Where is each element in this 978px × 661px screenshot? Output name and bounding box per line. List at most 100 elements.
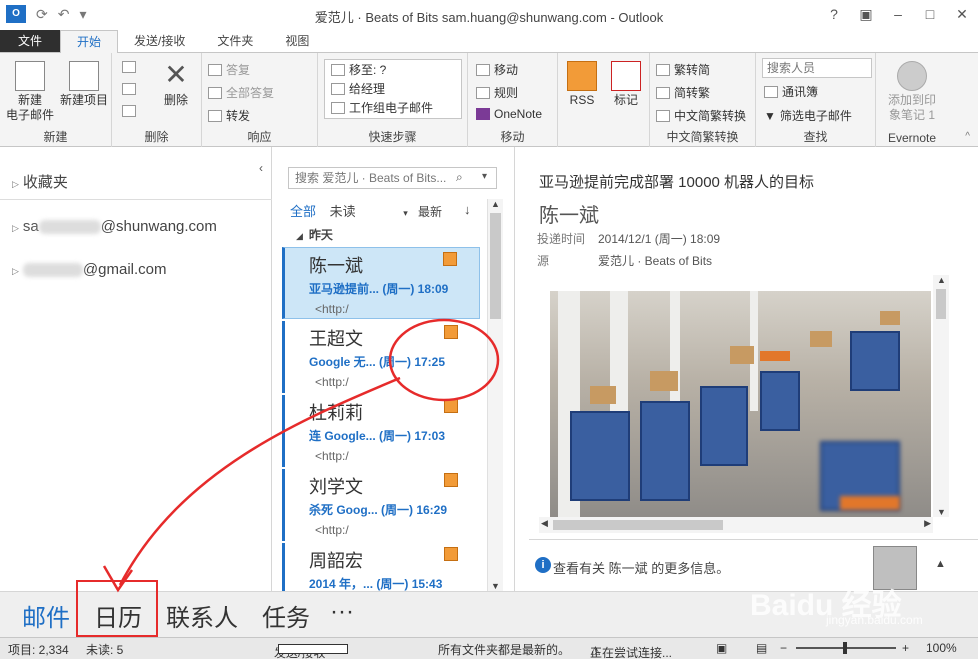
nav-account-gmail[interactable]: ▷ @gmail.com bbox=[12, 261, 167, 278]
forward-icon bbox=[208, 109, 222, 122]
zoom-out-icon[interactable]: − bbox=[780, 641, 787, 655]
reply-icon bbox=[208, 63, 222, 76]
quick-step-team-email[interactable]: 工作组电子邮件 bbox=[325, 98, 461, 117]
simp-to-trad-button[interactable]: 简转繁 bbox=[656, 84, 710, 101]
ignore-icon[interactable] bbox=[122, 61, 136, 73]
new-email-icon bbox=[15, 61, 45, 91]
ribbon-tabs: 文件 开始 发送/接收 文件夹 视图 bbox=[0, 30, 978, 54]
new-items-button[interactable]: 新建项目 bbox=[58, 61, 110, 108]
list-item[interactable]: 刘学文 杀死 Goog... (周一) 16:29 <http:/ bbox=[282, 469, 480, 541]
list-item[interactable]: 陈一斌 亚马逊提前... (周一) 18:09 <http:/ bbox=[282, 247, 480, 319]
cleanup-icon[interactable] bbox=[122, 83, 136, 95]
close-icon[interactable]: ✕ bbox=[946, 0, 978, 30]
send-receive-progress bbox=[278, 644, 348, 654]
normal-view-icon[interactable]: ▣ bbox=[716, 641, 727, 655]
tab-send-receive[interactable]: 发送/接收 bbox=[118, 30, 201, 52]
nav-contacts[interactable]: 联系人 bbox=[166, 598, 238, 633]
status-items: 项目: 2,334 bbox=[8, 643, 69, 657]
move-button[interactable]: 移动 bbox=[476, 61, 518, 78]
tag-button[interactable]: 标记 bbox=[608, 61, 644, 108]
scroll-thumb[interactable] bbox=[490, 213, 501, 319]
quick-step-to-manager[interactable]: 给经理 bbox=[325, 79, 461, 98]
filter-unread[interactable]: 未读 bbox=[330, 204, 356, 219]
tab-folder[interactable]: 文件夹 bbox=[201, 30, 269, 52]
info-icon: i bbox=[535, 557, 551, 573]
ribbon: 新建 电子邮件 新建项目 新建 ✕ 删除 删除 答复 全部答复 转发 响应 移至:… bbox=[0, 53, 978, 147]
nav-tasks[interactable]: 任务 bbox=[262, 598, 310, 633]
search-icon[interactable]: ⌕ bbox=[456, 170, 463, 185]
nav-account-shunwang[interactable]: ▷ sa @shunwang.com bbox=[12, 218, 217, 235]
people-info-text[interactable]: 查看有关 陈一斌 的更多信息。 bbox=[553, 558, 729, 577]
tab-home[interactable]: 开始 bbox=[60, 30, 119, 54]
maximize-icon[interactable]: □ bbox=[914, 0, 946, 30]
scroll-up-icon[interactable]: ▲ bbox=[491, 199, 500, 209]
expand-icon: ▷ bbox=[12, 223, 19, 233]
nav-more[interactable]: ··· bbox=[330, 598, 354, 626]
list-item[interactable]: 王超文 Google 无... (周一) 17:25 <http:/ bbox=[282, 321, 480, 393]
tab-view[interactable]: 视图 bbox=[269, 30, 325, 52]
message-sender[interactable]: 陈一斌 bbox=[539, 199, 599, 228]
rules-button[interactable]: 规则 bbox=[476, 84, 518, 101]
list-filters: 全部 未读 ▾ 最新 ↓ bbox=[290, 201, 490, 220]
scroll-thumb[interactable] bbox=[553, 520, 723, 530]
search-input[interactable]: 搜索 爱范儿 · Beats of Bits... bbox=[288, 167, 497, 189]
nav-mail[interactable]: 邮件 bbox=[22, 598, 70, 633]
group-header-yesterday[interactable]: ◢ 昨天 bbox=[296, 226, 333, 243]
flag-icon bbox=[611, 61, 641, 91]
filter-all[interactable]: 全部 bbox=[290, 204, 316, 219]
scroll-down-icon[interactable]: ▼ bbox=[937, 507, 946, 517]
folder-pane: ‹ ▷ 收藏夹 ▷ sa @shunwang.com ▷ @gmail.com bbox=[0, 147, 272, 591]
address-book-button[interactable]: 通讯簿 bbox=[764, 83, 818, 100]
list-item[interactable]: 周韶宏 2014 年，... (周一) 15:43 bbox=[282, 543, 480, 591]
rss-button[interactable]: RSS bbox=[564, 61, 600, 108]
expand-people-pane-icon[interactable]: ▲ bbox=[935, 558, 946, 570]
rss-icon bbox=[444, 547, 458, 561]
reading-vscrollbar[interactable]: ▲ ▼ bbox=[933, 275, 949, 517]
list-item[interactable]: 杜莉莉 连 Google... (周一) 17:03 <http:/ bbox=[282, 395, 480, 467]
sort-newest[interactable]: 最新 bbox=[418, 203, 442, 220]
sort-arrow-icon: ↓ bbox=[464, 202, 471, 217]
search-people-input[interactable]: 搜索人员 bbox=[762, 58, 872, 78]
group-label-new: 新建 bbox=[43, 130, 68, 144]
group-tags: RSS 标记 bbox=[558, 53, 650, 147]
quick-step-move-to[interactable]: 移至: ? bbox=[325, 60, 461, 79]
reply-all-icon bbox=[208, 86, 222, 99]
help-icon[interactable]: ? bbox=[818, 0, 850, 30]
scroll-right-icon[interactable]: ▶ bbox=[924, 518, 931, 529]
scroll-thumb[interactable] bbox=[936, 289, 946, 319]
minimize-icon[interactable]: – bbox=[882, 0, 914, 30]
reading-hscrollbar[interactable]: ◀ ▶ bbox=[539, 517, 933, 533]
collapse-pane-icon[interactable]: ‹ bbox=[259, 161, 263, 175]
zoom-level[interactable]: 100% bbox=[926, 641, 957, 655]
trad-to-simp-button[interactable]: 繁转简 bbox=[656, 61, 710, 78]
reading-view-icon[interactable]: ▤ bbox=[756, 641, 767, 655]
filter-email-button[interactable]: ▼ 筛选电子邮件 bbox=[764, 107, 852, 124]
zoom-thumb[interactable] bbox=[843, 642, 847, 654]
reply-all-button[interactable]: 全部答复 bbox=[208, 84, 274, 101]
tab-file[interactable]: 文件 bbox=[0, 30, 60, 52]
zoom-in-icon[interactable]: + bbox=[902, 641, 909, 655]
group-label-delete: 删除 bbox=[144, 130, 169, 144]
scroll-left-icon[interactable]: ◀ bbox=[541, 518, 548, 529]
collapse-ribbon-icon[interactable]: ^ bbox=[965, 131, 970, 142]
group-new: 新建 电子邮件 新建项目 新建 bbox=[0, 53, 112, 147]
junk-icon[interactable] bbox=[122, 105, 136, 117]
forward-button[interactable]: 转发 bbox=[208, 107, 250, 124]
scroll-up-icon[interactable]: ▲ bbox=[937, 275, 946, 285]
convert-button[interactable]: 中文简繁转换 bbox=[656, 107, 746, 124]
scroll-down-icon[interactable]: ▼ bbox=[491, 581, 500, 591]
ribbon-display-icon[interactable]: ▣ bbox=[850, 0, 882, 30]
list-scrollbar[interactable]: ▲ ▼ bbox=[487, 199, 503, 591]
message-list: 搜索 爱范儿 · Beats of Bits... ⌕ ▾ 全部 未读 ▾ 最新… bbox=[272, 147, 515, 591]
onenote-button[interactable]: OneNote bbox=[476, 107, 542, 121]
status-unread: 未读: 5 bbox=[86, 643, 124, 657]
new-email-button[interactable]: 新建 电子邮件 bbox=[4, 61, 56, 123]
group-chinese-convert: 繁转简 简转繁 中文简繁转换 中文简繁转换 bbox=[650, 53, 756, 147]
group-respond: 答复 全部答复 转发 响应 bbox=[202, 53, 318, 147]
add-to-evernote-button[interactable]: 添加到印 象笔记 1 bbox=[880, 61, 944, 123]
nav-favorites[interactable]: ▷ 收藏夹 bbox=[12, 171, 68, 192]
sort-dropdown-icon[interactable]: ▾ bbox=[403, 208, 408, 218]
search-scope-dropdown-icon[interactable]: ▾ bbox=[482, 171, 487, 182]
delete-button[interactable]: ✕ 删除 bbox=[156, 61, 196, 108]
reply-button[interactable]: 答复 bbox=[208, 61, 250, 78]
